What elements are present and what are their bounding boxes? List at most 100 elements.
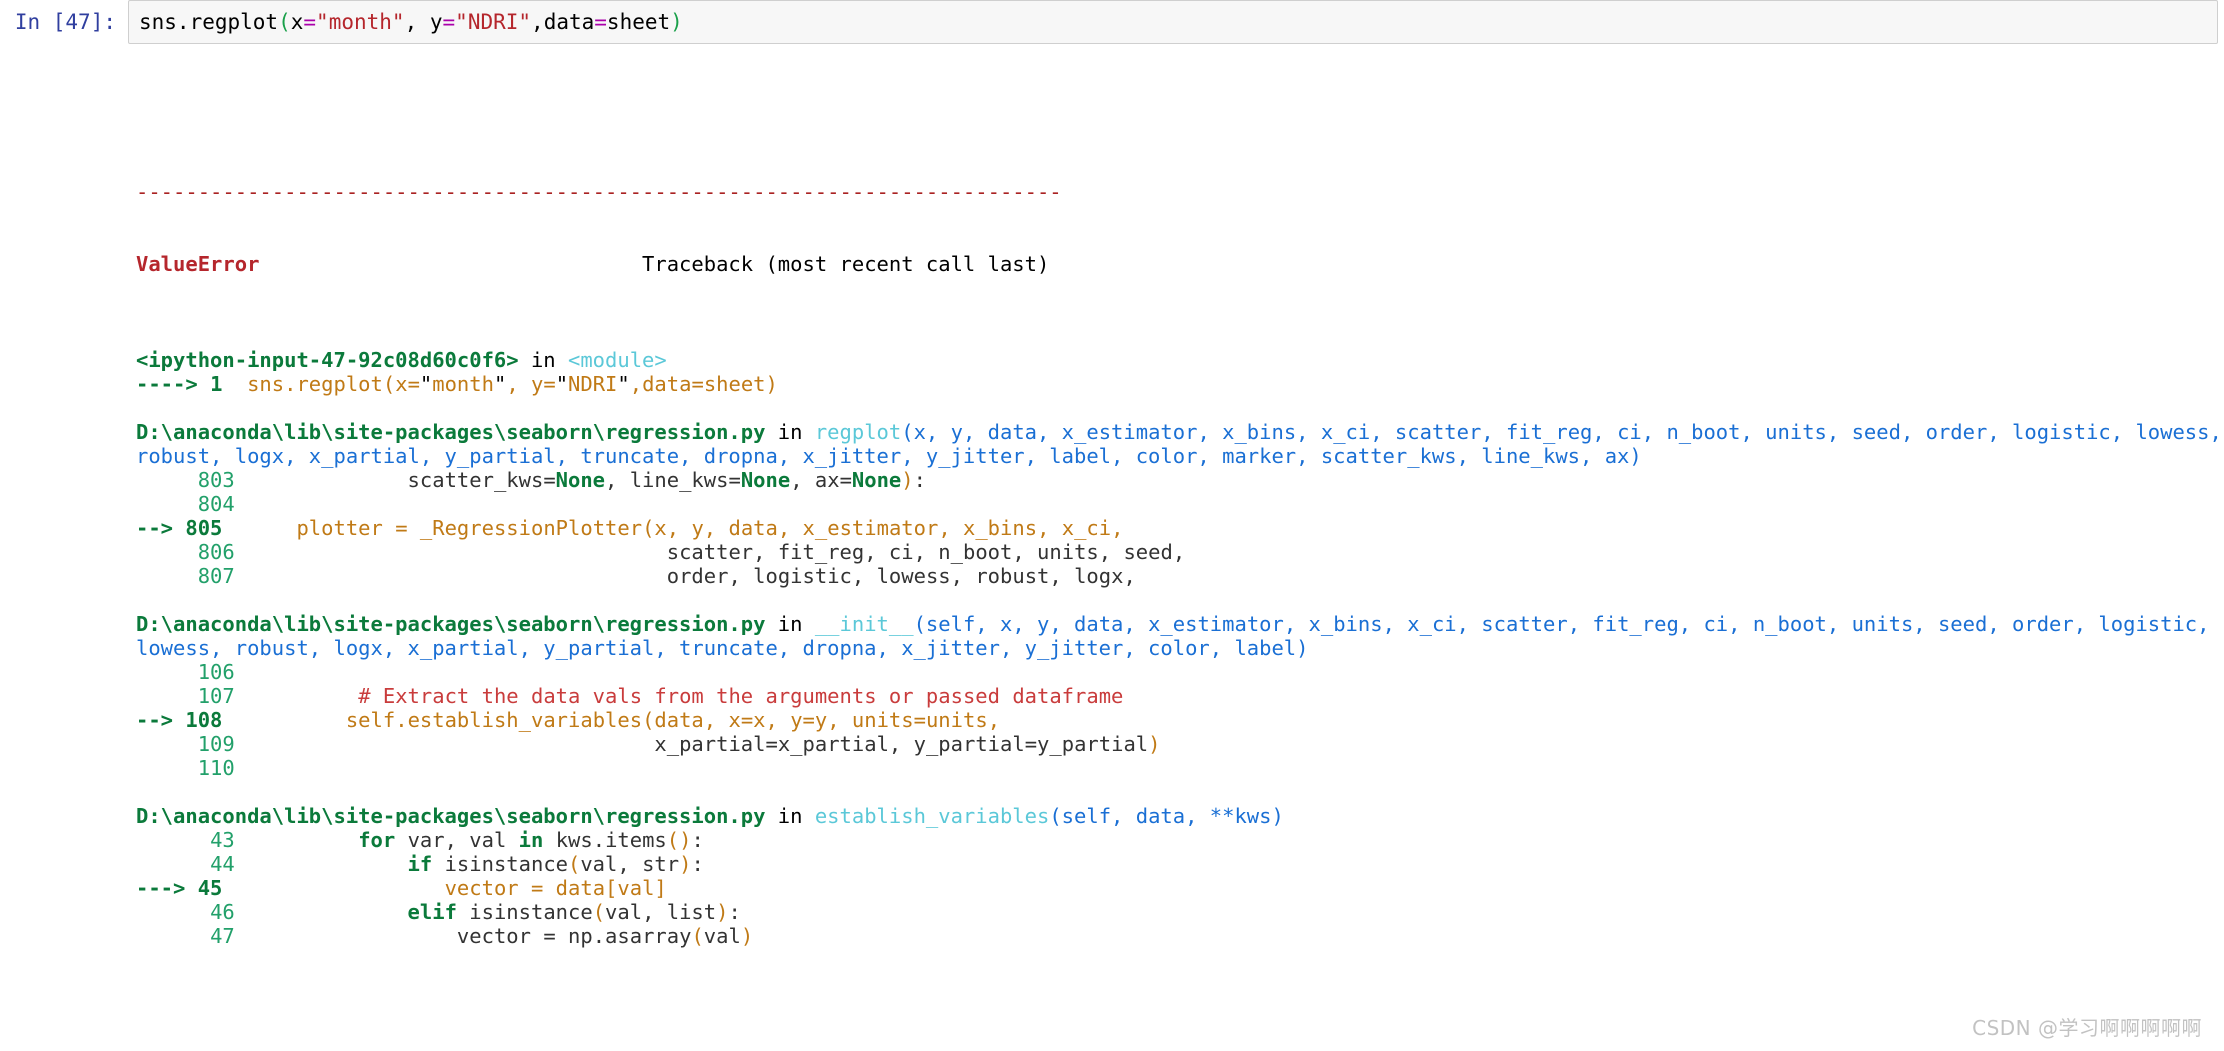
- source-line-number: 805: [185, 516, 223, 540]
- line-sep: [235, 756, 260, 780]
- code-token-eq3: =: [594, 10, 607, 34]
- code-operator: =: [691, 372, 704, 396]
- code-token: self: [345, 708, 396, 732]
- code-punctuation: ): [679, 852, 692, 876]
- code-operator: =: [765, 732, 778, 756]
- code-token: data: [642, 372, 692, 396]
- traceback-frame-header: D:\anaconda\lib\site-packages\seaborn\re…: [136, 420, 2224, 468]
- code-token: y: [691, 516, 704, 540]
- source-line-number: 45: [197, 876, 223, 900]
- traceback-code-line: ---> 45 vector = data[val]: [136, 876, 2224, 900]
- line-sep: [235, 924, 260, 948]
- code-token-y-key: y: [429, 10, 443, 34]
- code-operator: :: [728, 900, 741, 924]
- notebook-input-cell[interactable]: In [47]: sns.regplot(x="month", y="NDRI"…: [0, 0, 2224, 46]
- code-token: month: [432, 372, 494, 396]
- code-operator: =: [543, 372, 556, 396]
- frame-in-keyword: in: [518, 348, 568, 372]
- code-token-comma1: ,: [404, 10, 430, 34]
- code-keyword: None: [851, 468, 902, 492]
- code-operator: ,: [777, 516, 791, 540]
- source-line-number: 44: [210, 852, 235, 876]
- code-token: np: [568, 924, 593, 948]
- code-operator: ,: [1049, 564, 1062, 588]
- code-operator: ,: [913, 540, 926, 564]
- code-operator: ,: [666, 516, 680, 540]
- frame-gap: [136, 780, 2224, 804]
- traceback-code-line: 44 if isinstance(val, str):: [136, 852, 2224, 876]
- code-token: scatter_kws: [407, 468, 544, 492]
- traceback-code-line: 806 scatter, fit_reg, ci, n_boot, units,…: [136, 540, 2224, 564]
- code-token: x: [654, 516, 667, 540]
- code-token: x_partial: [777, 732, 889, 756]
- traceback-frames: <ipython-input-47-92c08d60c0f6> in <modu…: [136, 324, 2224, 948]
- code-operator: ,: [987, 708, 1001, 732]
- code-input-editor[interactable]: sns.regplot(x="month", y="NDRI",data=she…: [128, 0, 2218, 44]
- code-token: list: [666, 900, 717, 924]
- code-operator: ,: [629, 372, 643, 396]
- code-punctuation: ): [679, 828, 692, 852]
- line-sep: [222, 372, 247, 396]
- code-operator: =: [543, 468, 556, 492]
- code-token: sns: [247, 372, 285, 396]
- code-token-data-key: data: [543, 10, 595, 34]
- code-operator: =: [543, 924, 556, 948]
- code-token: x_bins: [963, 516, 1038, 540]
- traceback-separator: ----------------------------------------…: [136, 180, 1062, 204]
- frame-in-keyword: in: [765, 804, 815, 828]
- traceback-code-line: 107 # Extract the data vals from the arg…: [136, 684, 2224, 708]
- code-keyword: in: [518, 828, 544, 852]
- code-punctuation: (: [568, 852, 581, 876]
- code-operator: ,: [1012, 540, 1025, 564]
- csdn-watermark: CSDN @学习啊啊啊啊啊: [1972, 1016, 2202, 1040]
- current-line-arrow-icon: -->: [136, 516, 174, 540]
- code-comment: # Extract the data vals from the argumen…: [358, 684, 1124, 708]
- frame-file-path: <ipython-input-47-92c08d60c0f6>: [136, 348, 519, 372]
- code-token: plotter: [296, 516, 383, 540]
- source-line-number: 109: [197, 732, 235, 756]
- code-space: ": [493, 372, 507, 396]
- code-token: val: [469, 828, 507, 852]
- code-keyword: elif: [407, 900, 457, 924]
- code-token: units: [925, 708, 988, 732]
- code-punctuation: ): [716, 900, 729, 924]
- code-token-close-paren: ): [670, 10, 683, 34]
- frame-function-name: <module>: [567, 348, 667, 372]
- source-line-number: 43: [210, 828, 235, 852]
- code-operator: ,: [864, 540, 877, 564]
- code-punctuation: (: [642, 516, 655, 540]
- code-operator: ,: [1172, 540, 1186, 564]
- code-token: x_ci: [1061, 516, 1112, 540]
- code-token: ax: [814, 468, 840, 492]
- line-sep: [235, 660, 260, 684]
- code-token: x: [728, 708, 741, 732]
- source-line-number: 1: [210, 372, 223, 396]
- code-token: val: [605, 900, 643, 924]
- code-token: units: [1037, 540, 1099, 564]
- code-punctuation: ): [901, 468, 914, 492]
